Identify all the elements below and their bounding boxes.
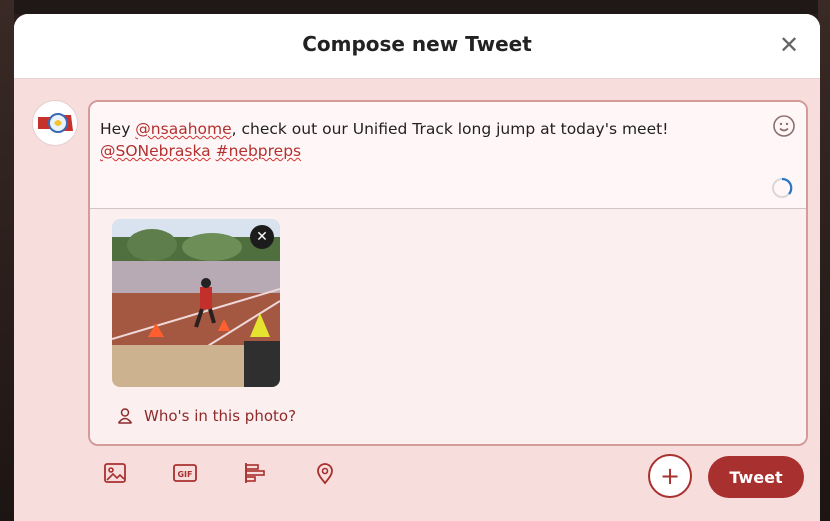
remove-photo-button[interactable]: ✕ <box>250 225 274 249</box>
nebraska-logo-icon <box>38 113 73 133</box>
character-count-ring-icon <box>772 177 793 198</box>
poll-icon[interactable] <box>242 460 268 486</box>
add-tweet-button[interactable]: + <box>648 454 692 498</box>
person-icon <box>117 408 133 424</box>
gif-label: GIF <box>177 470 192 479</box>
tag-people-link[interactable]: Who's in this photo? <box>116 407 296 425</box>
media-area: ✕ Who's in this photo? <box>90 209 806 443</box>
tweet-button[interactable]: Tweet <box>708 456 804 498</box>
background-left <box>0 0 14 521</box>
compose-toolbar: GIF <box>102 460 338 486</box>
hashtag-nebpreps[interactable]: #nebpreps <box>216 142 302 160</box>
tweet-textarea[interactable]: Hey @nsaahome, check out our Unified Tra… <box>90 102 806 209</box>
tweet-text-prefix: Hey <box>100 120 136 138</box>
attached-photo[interactable]: ✕ <box>112 219 280 387</box>
close-icon[interactable]: ✕ <box>772 28 806 62</box>
modal-header: Compose new Tweet ✕ <box>14 14 820 79</box>
gif-icon[interactable]: GIF <box>172 460 198 486</box>
tweet-text-middle: , check out our Unified Track long jump … <box>231 120 669 138</box>
tweet-text[interactable]: Hey @nsaahome, check out our Unified Tra… <box>100 118 740 162</box>
tweet-composer: Hey @nsaahome, check out our Unified Tra… <box>88 100 808 446</box>
modal-title: Compose new Tweet <box>302 32 532 56</box>
location-icon[interactable] <box>312 460 338 486</box>
smiley-icon[interactable] <box>772 114 796 138</box>
compose-tweet-modal: Compose new Tweet ✕ Hey @nsaahome, check… <box>14 14 820 521</box>
tag-people-label: Who's in this photo? <box>144 407 297 425</box>
background-top <box>0 0 830 14</box>
mention-nsaahome[interactable]: @nsaahome <box>135 120 231 138</box>
image-icon[interactable] <box>102 460 128 486</box>
mention-sonebraska[interactable]: @SONebraska <box>100 142 211 160</box>
avatar[interactable] <box>32 100 78 146</box>
